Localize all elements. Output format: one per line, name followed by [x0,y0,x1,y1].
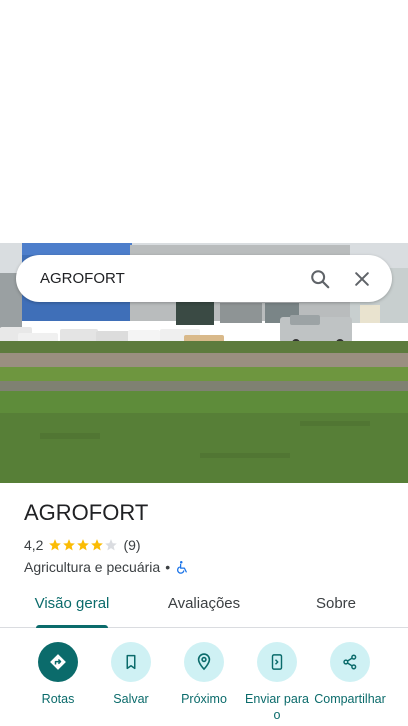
star-icon [63,539,76,551]
active-tab-indicator [36,625,108,628]
place-title: AGROFORT [24,500,149,525]
place-info: AGROFORT 4,2 (9) Agricultura e pecuária … [24,498,394,576]
search-bar[interactable]: AGROFORT [16,255,392,302]
review-count[interactable]: (9) [123,537,140,553]
star-icon [77,539,90,551]
star-icon [49,539,62,551]
star-rating [48,538,118,552]
tab-overview[interactable]: Visão geral [24,586,120,628]
send-to-phone-icon[interactable] [257,642,297,682]
bookmark-icon[interactable] [111,642,151,682]
tab-reviews[interactable]: Avaliações [156,586,252,628]
close-icon[interactable] [344,261,380,297]
separator: • [165,559,171,575]
send-to-phone-label: Enviar para o [245,692,309,722]
search-input[interactable]: AGROFORT [40,270,296,287]
star-icon [91,539,104,551]
directions-label: Rotas [41,692,75,706]
save-label: Salvar [113,692,149,706]
share-icon[interactable] [330,642,370,682]
nearby-icon[interactable] [184,642,224,682]
tab-bar: Visão geral Avaliações Sobre [0,586,408,628]
category-label: Agricultura e pecuária [24,559,161,575]
send-to-phone-button[interactable]: Enviar para o [239,640,315,723]
tab-about[interactable]: Sobre [300,586,372,628]
directions-button[interactable]: Rotas [20,640,96,707]
directions-icon[interactable] [38,642,78,682]
share-label: Compartilhar [314,692,386,706]
star-empty-icon [105,539,118,551]
nearby-button[interactable]: Próximo [166,640,242,707]
map-blank-area [0,0,408,243]
nearby-label: Próximo [181,692,227,706]
search-icon[interactable] [302,261,338,297]
rating-row[interactable]: 4,2 (9) [24,536,394,554]
action-bar: Rotas Salvar Próximo Enviar para o Compa… [0,640,408,726]
rating-value: 4,2 [24,537,44,553]
save-button[interactable]: Salvar [93,640,169,707]
wheelchair-accessible-icon[interactable] [175,560,190,575]
share-button[interactable]: Compartilhar [312,640,388,707]
category-row: Agricultura e pecuária • [24,558,394,576]
